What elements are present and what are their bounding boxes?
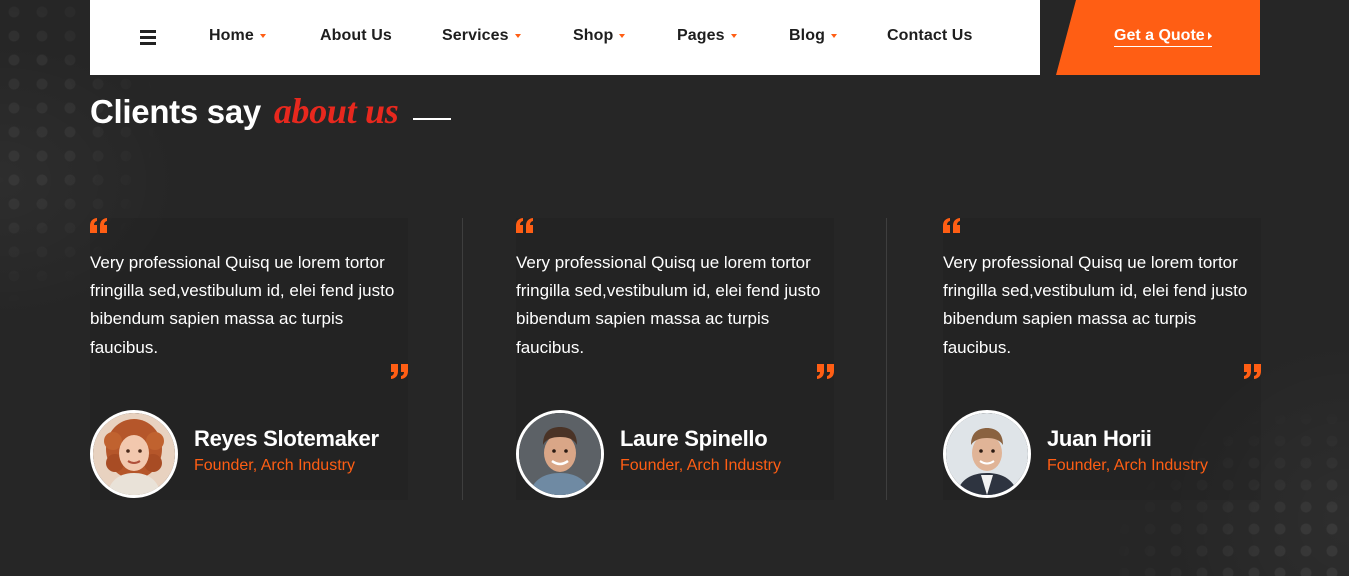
testimonial-card: Very professional Quisq ue lorem tortor … — [516, 218, 834, 500]
quote-close-icon — [1244, 364, 1261, 379]
client-role: Founder, Arch Industry — [620, 457, 781, 474]
nav-item-pages[interactable]: Pages — [677, 27, 737, 45]
get-a-quote-button[interactable]: Get a Quote — [1056, 0, 1260, 75]
testimonial-card: Very professional Quisq ue lorem tortor … — [943, 218, 1261, 500]
card-divider — [886, 218, 887, 500]
client-role: Founder, Arch Industry — [194, 457, 355, 474]
section-title-main: Clients say — [90, 93, 261, 130]
hamburger-menu-icon[interactable] — [140, 30, 156, 45]
nav-item-home[interactable]: Home — [209, 27, 266, 45]
quote-close-icon — [391, 364, 408, 379]
get-a-quote-label: Get a Quote — [1114, 27, 1205, 44]
quote-open-icon — [516, 218, 533, 233]
main-navbar: Home About Us Services Shop Pages Blog C… — [90, 0, 1040, 75]
section-title-accent: about us — [273, 91, 399, 131]
client-name: Laure Spinello — [620, 426, 768, 451]
chevron-down-icon — [514, 33, 521, 38]
title-underline-decoration — [413, 118, 451, 120]
avatar — [516, 410, 604, 498]
testimonial-text: Very professional Quisq ue lorem tortor … — [90, 253, 395, 357]
arrow-right-icon — [1207, 31, 1212, 40]
client-name: Juan Horii — [1047, 426, 1152, 451]
client-name: Reyes Slotemaker — [194, 426, 379, 451]
nav-item-blog[interactable]: Blog — [789, 27, 837, 45]
nav-item-contact-us[interactable]: Contact Us — [887, 27, 972, 45]
section-title: Clients say about us — [90, 90, 399, 132]
card-divider — [462, 218, 463, 500]
avatar — [90, 410, 178, 498]
client-role: Founder, Arch Industry — [1047, 457, 1208, 474]
quote-close-icon — [817, 364, 834, 379]
nav-item-shop[interactable]: Shop — [573, 27, 626, 45]
quote-open-icon — [943, 218, 960, 233]
chevron-down-icon — [619, 33, 626, 38]
testimonial-text: Very professional Quisq ue lorem tortor … — [943, 253, 1248, 357]
nav-item-services[interactable]: Services — [442, 27, 521, 45]
chevron-down-icon — [830, 33, 837, 38]
chevron-down-icon — [730, 33, 737, 38]
testimonial-card: Very professional Quisq ue lorem tortor … — [90, 218, 408, 500]
quote-open-icon — [90, 218, 107, 233]
chevron-down-icon — [259, 33, 266, 38]
avatar — [943, 410, 1031, 498]
testimonial-text: Very professional Quisq ue lorem tortor … — [516, 253, 821, 357]
nav-item-about-us[interactable]: About Us — [320, 27, 392, 45]
